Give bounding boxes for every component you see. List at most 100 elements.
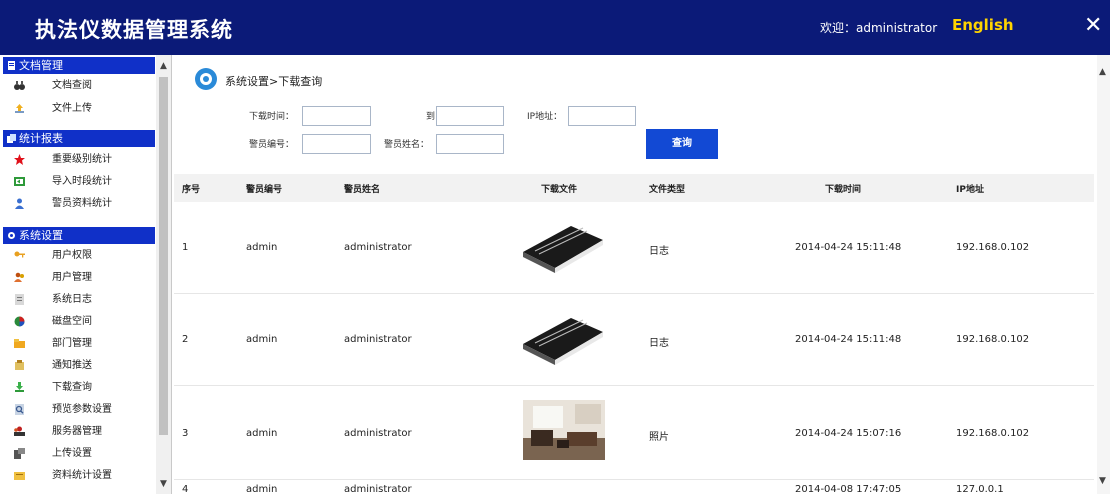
cell-officer-name: administrator <box>344 484 412 494</box>
sidebar-item-label: 导入时段统计 <box>52 176 112 187</box>
sidebar-item-system-log[interactable]: 系统日志 <box>14 290 154 309</box>
cell-ip-address: 192.168.0.102 <box>956 428 1030 439</box>
sidebar-item-label: 上传设置 <box>52 448 92 459</box>
photo-thumbnail-icon[interactable] <box>523 400 605 460</box>
sidebar-item-preview-settings[interactable]: 预览参数设置 <box>14 400 154 419</box>
cell-officer-name: administrator <box>344 334 412 345</box>
department-icon <box>14 339 25 348</box>
user-icon <box>15 198 24 209</box>
cell-download-time: 2014-04-24 15:11:48 <box>795 334 902 345</box>
cell-ip-address: 127.0.0.1 <box>956 484 1004 494</box>
notify-icon <box>15 360 24 370</box>
sidebar-item-upload-settings[interactable]: 上传设置 <box>14 444 154 463</box>
import-icon <box>14 177 25 186</box>
column-header-officer-id: 警员编号 <box>246 185 283 195</box>
server-icon <box>14 426 25 436</box>
scroll-down-arrow-icon[interactable]: ▼ <box>160 479 167 489</box>
officer-name-label: 警员姓名： <box>384 140 430 150</box>
cell-download-time: 2014-04-08 17:47:05 <box>795 484 902 494</box>
sidebar-item-label: 重要级别统计 <box>52 154 112 165</box>
sidebar-item-label: 文档查阅 <box>52 80 92 91</box>
cell-download-time: 2014-04-24 15:11:48 <box>795 242 902 253</box>
cell-officer-id: admin <box>246 242 278 253</box>
officer-id-input[interactable] <box>302 134 371 154</box>
close-button[interactable]: ✕ <box>1084 15 1102 37</box>
sidebar-item-label: 磁盘空间 <box>52 316 92 327</box>
sidebar-item-file-upload[interactable]: 文件上传 <box>14 99 154 118</box>
section-label: 文档管理 <box>19 59 63 72</box>
column-header-no: 序号 <box>182 185 201 195</box>
table-row[interactable]: 2 admin administrator 日志 2014-04-24 15:1… <box>174 294 1094 386</box>
star-icon <box>14 154 25 165</box>
main-scroll-up-arrow-icon[interactable]: ▲ <box>1099 67 1106 77</box>
sidebar-item-label: 下载查询 <box>52 382 92 393</box>
scroll-up-arrow-icon[interactable]: ▲ <box>160 61 167 71</box>
cell-no: 2 <box>182 334 189 345</box>
cell-officer-name: administrator <box>344 428 412 439</box>
document-folder-icon <box>8 61 15 70</box>
book-thumbnail-icon[interactable] <box>521 312 605 366</box>
app-window: 执法仪数据管理系统 欢迎：administrator English ✕ 文档管… <box>0 0 1110 494</box>
ip-address-input[interactable] <box>568 106 636 126</box>
upload-settings-icon <box>14 448 25 459</box>
main-scroll-down-arrow-icon[interactable]: ▼ <box>1099 476 1106 486</box>
sidebar-item-importance-stats[interactable]: 重要级别统计 <box>14 150 154 169</box>
sidebar-scrollbar-thumb[interactable] <box>159 77 168 435</box>
breadcrumb: 系统设置>下载查询 <box>225 75 323 88</box>
sidebar-item-notification-push[interactable]: 通知推送 <box>14 356 154 375</box>
download-time-label: 下载时间： <box>249 112 295 122</box>
key-icon <box>14 251 25 258</box>
column-header-download-file: 下载文件 <box>541 185 578 195</box>
sidebar-item-disk-space[interactable]: 磁盘空间 <box>14 312 154 331</box>
sidebar-item-stats-settings[interactable]: 资料统计设置 <box>14 466 154 485</box>
sidebar-item-label: 用户管理 <box>52 272 92 283</box>
sidebar-item-document-view[interactable]: 文档查阅 <box>14 76 154 95</box>
sidebar-item-label: 服务器管理 <box>52 426 102 437</box>
query-button[interactable]: 查询 <box>646 129 718 159</box>
sidebar-item-import-period-stats[interactable]: 导入时段统计 <box>14 172 154 191</box>
app-title: 执法仪数据管理系统 <box>35 18 233 42</box>
cell-file-type: 日志 <box>649 338 669 349</box>
cell-ip-address: 192.168.0.102 <box>956 242 1030 253</box>
language-switch-link[interactable]: English <box>952 16 1014 34</box>
sidebar-item-department-management[interactable]: 部门管理 <box>14 334 154 353</box>
table-row[interactable]: 4 admin administrator 2014-04-08 17:47:0… <box>174 480 1094 494</box>
upload-icon <box>15 104 24 113</box>
cell-no: 4 <box>182 484 189 494</box>
book-thumbnail-icon[interactable] <box>521 220 605 274</box>
section-system-settings[interactable]: 系统设置 <box>3 227 155 244</box>
download-time-from-input[interactable] <box>302 106 371 126</box>
section-label: 统计报表 <box>19 132 63 145</box>
log-icon <box>15 294 24 305</box>
cell-file-type: 照片 <box>649 432 669 443</box>
cell-no: 3 <box>182 428 189 439</box>
cell-officer-name: administrator <box>344 242 412 253</box>
sidebar-item-label: 系统日志 <box>52 294 92 305</box>
disk-icon <box>14 316 25 327</box>
column-header-download-time: 下载时间 <box>825 185 862 195</box>
users-icon <box>14 272 24 282</box>
sidebar-item-server-management[interactable]: 服务器管理 <box>14 422 154 441</box>
sidebar-item-officer-stats[interactable]: 警员资料统计 <box>14 194 154 213</box>
download-time-to-input[interactable] <box>436 106 504 126</box>
sidebar-item-download-query[interactable]: 下载查询 <box>14 378 154 397</box>
section-document-management[interactable]: 文档管理 <box>3 57 155 74</box>
app-header: 执法仪数据管理系统 欢迎：administrator English ✕ <box>0 0 1110 55</box>
table-row[interactable]: 1 admin administrator 日志 2014-04-24 15:1… <box>174 202 1094 294</box>
officer-name-input[interactable] <box>436 134 504 154</box>
section-statistics-report[interactable]: 统计报表 <box>3 130 155 147</box>
sidebar-item-label: 文件上传 <box>52 103 92 114</box>
main-scrollbar[interactable] <box>1097 55 1110 494</box>
column-header-officer-name: 警员姓名 <box>344 185 381 195</box>
sidebar-item-user-management[interactable]: 用户管理 <box>14 268 154 287</box>
sidebar-item-label: 用户权限 <box>52 250 92 261</box>
cell-officer-id: admin <box>246 334 278 345</box>
sidebar-item-label: 部门管理 <box>52 338 92 349</box>
column-header-ip-address: IP地址 <box>956 185 984 195</box>
cell-ip-address: 192.168.0.102 <box>956 334 1030 345</box>
cell-file-type: 日志 <box>649 246 669 257</box>
officer-id-label: 警员编号： <box>249 140 295 150</box>
sidebar-item-label: 预览参数设置 <box>52 404 112 415</box>
sidebar-item-user-permissions[interactable]: 用户权限 <box>14 246 154 265</box>
table-row[interactable]: 3 admin administrator 照片 2014-04-24 15:0… <box>174 386 1094 480</box>
